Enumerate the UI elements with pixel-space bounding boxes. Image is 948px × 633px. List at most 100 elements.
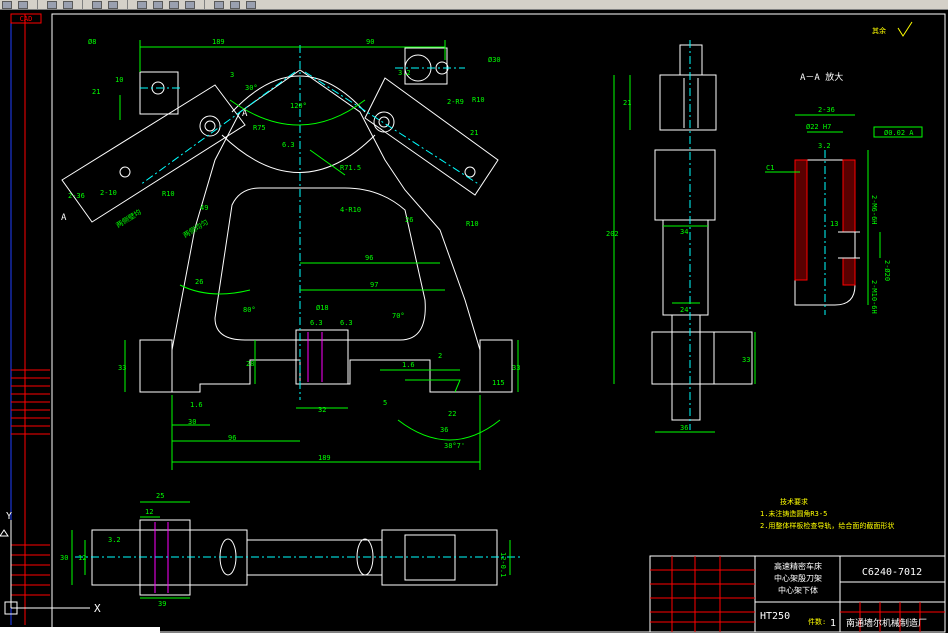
left-boss [139,71,179,115]
dim-189-top: 189 [212,38,225,46]
dim-arc [397,419,501,441]
toolbar-separator [82,0,83,9]
dim-r9: 2-R9 [447,98,464,106]
undo-icon[interactable] [92,0,102,9]
ucs-x-label: X [94,602,101,615]
side-top-post [679,44,703,76]
dim-49: 49 [200,204,208,212]
dim-d8: Ø8 [88,38,96,46]
tech-req-line-1: 1.未注铸造圆角R3-5 [760,509,827,518]
hole [119,166,131,178]
dim-30: 30 [188,418,196,426]
tech-requirements: 技术要求 1.未注铸造圆角R3-5 2.用整体样板检查导轨，给合面的截面形状 [760,497,894,530]
rough-3-2-a: 3.2 [398,69,411,77]
left-foot [139,339,173,393]
dim-96-bot: 96 [228,434,236,442]
pan-icon[interactable] [137,0,147,9]
side-view [651,44,753,421]
dim-26-b: 26 [405,216,413,224]
dim-12-bottom: 12 [78,554,86,562]
tech-req-line-2: 2.用整体样板检查导轨，给合面的截面形状 [760,521,894,530]
dim-21-side: 21 [623,99,631,107]
left-arm [61,84,246,223]
roughness-symbol-icon [897,21,913,37]
toolbar-separator [127,0,128,9]
dim-202: 202 [606,230,619,238]
hole [199,115,221,137]
dim-21-b: 21 [470,129,478,137]
part-name-line-1: 高速精密车床 [774,561,822,571]
title-block-text: 高速精密车床 中心架殷刀架 中心架下体 C6240-7012 HT250 件数:… [760,561,927,629]
dim-36-side: 36 [680,424,688,432]
section-hatch-left [794,159,808,281]
dim-m10: 2-M10-6H [870,280,878,314]
dim-r6: 4-R10 [340,206,361,214]
roughness-other: 其余 [872,26,886,35]
rough-1-6: 1.6 [190,401,203,409]
side-dim-text: 202 21 34 24 33 36 [606,99,750,432]
dim-line [405,379,461,393]
rough-3-2-c: 3.2 [108,536,121,544]
dim-r71-5: R71.5 [340,164,361,172]
dim-r10-a: R10 [472,96,485,104]
side-dimensions [613,75,756,433]
redo-icon[interactable] [108,0,118,9]
zoom-previous-icon[interactable] [185,0,195,9]
new-icon[interactable] [2,0,12,9]
rough-3-2-b: 3.2 [818,142,831,150]
zoom-icon[interactable] [153,0,163,9]
view-label-a-left: A [61,213,67,223]
drawing-canvas[interactable]: CAD Y X 189 90 30° 120° R75 R71.5 R10 R1… [0,10,948,633]
part-name-line-2: 中心架殷刀架 [774,573,822,583]
dim-26-a: 26 [195,278,203,286]
left-palette: CAD [0,13,50,625]
dim-30deg: 30° [245,84,258,92]
dim-33-right: 33 [512,364,520,372]
rough-6-3-a: 6.3 [310,319,323,327]
section-hatch-lower [842,257,856,286]
dim-m6: 2-M6-6H [870,195,878,225]
dim-32: 32 [318,406,326,414]
rough-6-3-c: 6.3 [282,141,295,149]
dim-12: 12 [145,508,153,516]
dim-33-left: 33 [118,364,126,372]
cut-icon[interactable] [63,0,73,9]
dim-97: 97 [370,281,378,289]
dim-22: 22 [448,410,456,418]
ucs-y-label: Y [6,511,12,522]
ucs-marker-icon [0,529,9,537]
dim-10: 10 [115,76,123,84]
front-dim-text: 189 90 30° 120° R75 R71.5 R10 R10 R10 2-… [68,38,520,462]
dim-2: 2 [438,352,442,360]
side-upper-block [659,74,717,131]
dim-189-bot: 189 [318,454,331,462]
ucs-icon: Y X [4,511,101,615]
wall-notes: 两侧壁均 两侧均匀 [114,207,210,239]
drawing-frame [51,13,946,633]
help-icon[interactable] [246,0,256,9]
front-centerlines [139,45,481,400]
layer-icon[interactable] [230,0,240,9]
section-label: A－A 放大 [800,71,843,83]
toolbar [0,0,948,10]
dim-2-36-a: 2-36 [68,192,85,200]
dim-5: 5 [383,399,387,407]
save-icon[interactable] [18,0,28,9]
dim-2-10: 2-10 [100,189,117,197]
dim-1-6: 1.6 [402,361,415,369]
dim-12-tol: 12-0.1 [499,552,507,577]
view-label-a-top: A [242,109,248,119]
print-icon[interactable] [47,0,57,9]
qty-value: 1 [830,618,836,629]
dim-30-bottom: 30 [60,554,68,562]
cad-badge: CAD [20,15,33,23]
toolbar-separator [204,0,205,9]
dim-arc [179,284,251,295]
dim-120deg: 120° [290,102,307,110]
toolbar-separator [37,0,38,9]
dim-d22h7: Ø22 H7 [806,123,831,131]
dim-28: 28 [246,360,254,368]
properties-icon[interactable] [214,0,224,9]
dim-r75: R75 [253,124,266,132]
zoom-window-icon[interactable] [169,0,179,9]
